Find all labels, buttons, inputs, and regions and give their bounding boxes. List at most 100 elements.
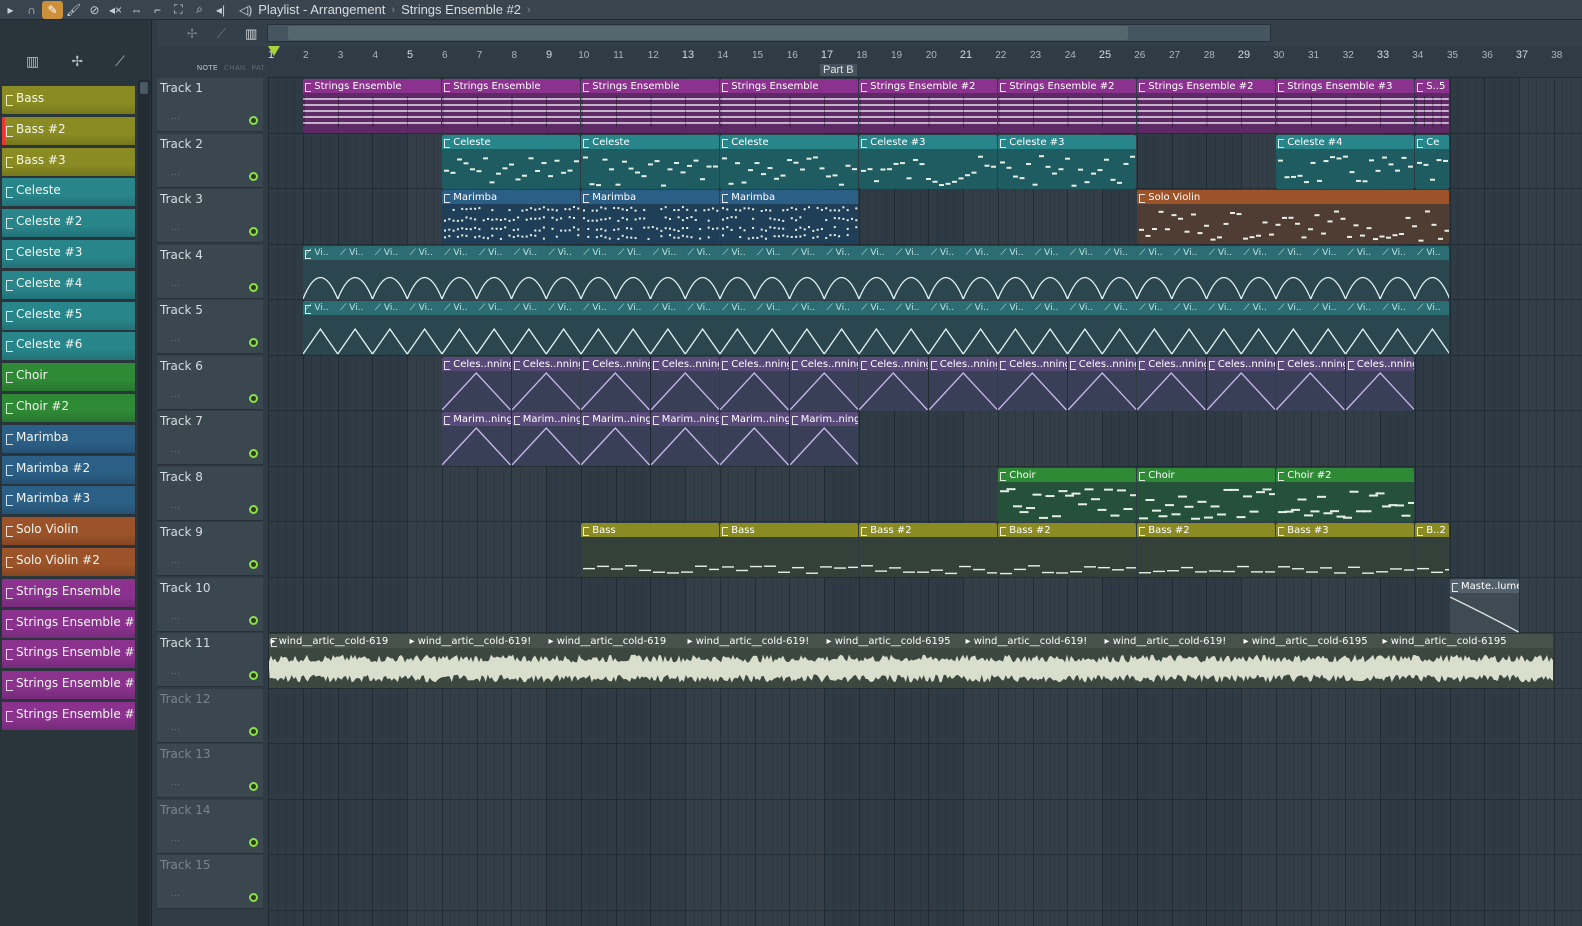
select-icon[interactable]: ⛶ [168, 0, 189, 20]
current-pattern-selector[interactable]: Strings Ensemble #2 [401, 2, 521, 17]
track-grip-icon[interactable]: ... [171, 556, 181, 565]
time-marker[interactable]: Part B [820, 64, 857, 76]
pattern-clip[interactable]: Celes..nning [650, 356, 720, 411]
paint-brush-icon[interactable]: 🖌 [63, 0, 84, 20]
pattern-item[interactable]: Strings Ensemble [2, 579, 135, 607]
slip-icon[interactable]: ⇔ [126, 0, 147, 20]
pattern-clip[interactable]: ▸ wind__artic__cold-619 ▸ wind__artic__co… [268, 634, 1554, 688]
pattern-clip[interactable]: Celes..nning [928, 356, 998, 411]
pattern-clip[interactable]: Celes..nning [1206, 356, 1276, 411]
pattern-item[interactable]: Bass #3 [2, 148, 135, 176]
pattern-clip[interactable]: Strings Ensemble #2 [998, 79, 1137, 133]
pattern-clip[interactable]: Strings Ensemble [720, 79, 859, 133]
track-header[interactable]: Track 6... [157, 355, 263, 410]
pattern-clip[interactable]: Celes..nning [1137, 356, 1206, 411]
track-mute-led-icon[interactable] [249, 726, 258, 736]
pattern-item[interactable]: Choir #2 [2, 394, 135, 422]
pattern-clip[interactable]: Strings Ensemble [442, 79, 581, 133]
pattern-clip[interactable]: Marim..ning [720, 412, 789, 466]
track-grip-icon[interactable]: ... [171, 612, 181, 621]
track-header[interactable]: Track 8... [157, 466, 263, 521]
pattern-clip[interactable]: Strings Ensemble [581, 79, 720, 133]
track-grip-icon[interactable]: ... [171, 168, 181, 177]
magnet-icon[interactable]: ∩ [21, 0, 42, 20]
track-header[interactable]: Track 5... [157, 300, 263, 354]
tab-pat[interactable]: PAT [251, 65, 265, 72]
pattern-clip[interactable]: Bass #2 [1137, 523, 1276, 577]
pattern-clip[interactable]: Choir #2 [1276, 467, 1415, 522]
pattern-clip[interactable]: Celes..nning [720, 356, 789, 411]
track-mute-led-icon[interactable] [249, 227, 258, 236]
pattern-item[interactable]: Marimba #3 [2, 486, 135, 515]
track-header[interactable]: Track 3... [157, 189, 263, 243]
pattern-item[interactable]: Celeste #3 [2, 240, 135, 268]
track-grip-icon[interactable]: ... [171, 334, 181, 343]
track-grip-icon[interactable]: ... [171, 501, 181, 510]
track-mute-led-icon[interactable] [249, 282, 258, 292]
track-mute-led-icon[interactable] [249, 116, 258, 125]
playlist-grid[interactable]: Strings Ensemble Strings Ensemble Strings … [268, 77, 1582, 926]
automation-clip-icon[interactable]: ⟋ [115, 53, 125, 70]
pattern-clip[interactable]: Bass #2 [859, 523, 998, 577]
pattern-item[interactable]: Marimba [2, 425, 135, 453]
track-mute-led-icon[interactable] [249, 671, 258, 680]
playback-icon[interactable]: ◂| [210, 0, 231, 20]
pencil-icon[interactable]: ✎ [42, 0, 63, 19]
track-mute-led-icon[interactable] [249, 171, 258, 181]
pattern-item[interactable]: Celeste #6 [2, 332, 135, 361]
track-header[interactable]: Track 7... [157, 411, 263, 465]
pattern-clip[interactable]: Celes..nning [581, 356, 650, 411]
tab-note[interactable]: NOTE [197, 65, 218, 72]
pattern-clip[interactable]: Choir [998, 467, 1137, 522]
pattern-clip[interactable]: Marimba [581, 190, 720, 244]
track-grip-icon[interactable]: ... [171, 223, 181, 232]
pattern-clip[interactable]: ⟋ Vi.. ⟋ Vi.. ⟋ Vi.. ⟋ Vi.. ⟋ Vi.. ⟋ Vi.. ⟋ Vi… [303, 245, 1449, 300]
pattern-clip[interactable]: Strings Ensemble #3 [1276, 79, 1415, 133]
pattern-clip[interactable]: Strings Ensemble [303, 79, 442, 133]
pattern-clip[interactable]: Celes..nning [1276, 356, 1345, 411]
pattern-clip[interactable]: Bass [720, 523, 859, 577]
track-header[interactable]: Track 1... [157, 78, 263, 132]
pattern-clip[interactable]: Marimba [720, 190, 859, 244]
track-header[interactable]: Track 13... [157, 744, 263, 798]
audio-clip-icon[interactable]: ✢ [71, 53, 83, 70]
track-mute-led-icon[interactable] [249, 782, 258, 791]
tab-chan[interactable]: CHAN [224, 65, 245, 72]
pattern-item[interactable]: Bass #2 [2, 117, 135, 145]
pattern-clip[interactable]: Choir [1137, 467, 1276, 522]
pattern-clip[interactable]: Bass #3 [1276, 523, 1415, 577]
scrollbar-thumb[interactable] [140, 82, 148, 94]
track-mute-led-icon[interactable] [249, 393, 258, 403]
breadcrumb-arrow-icon[interactable]: › [527, 4, 531, 16]
track-mute-led-icon[interactable] [249, 449, 258, 458]
pattern-item[interactable]: Celeste #2 [2, 209, 135, 238]
track-header[interactable]: Track 12... [157, 688, 263, 743]
link-icon[interactable]: ⟋ [217, 26, 226, 42]
pattern-clip[interactable]: Celeste #3 [998, 134, 1137, 189]
play-arrow-icon[interactable]: ▸ [0, 0, 21, 20]
pattern-clip[interactable]: Marim..ning [581, 412, 650, 466]
pattern-clip[interactable]: Marim..ning [511, 412, 581, 466]
snap-icon[interactable]: ✢ [187, 26, 198, 42]
pattern-clip[interactable]: Celes..nning [511, 356, 581, 411]
pattern-clip[interactable]: Ce [1415, 134, 1449, 189]
pattern-clip[interactable]: Celeste [442, 134, 581, 189]
song-position-marker-icon[interactable] [268, 46, 280, 56]
pattern-item[interactable]: Strings Ensemble #2 [2, 610, 135, 638]
track-mute-led-icon[interactable] [249, 615, 258, 625]
pattern-clip[interactable]: Celes..nning [998, 356, 1067, 411]
pattern-item[interactable]: Celeste #5 [2, 302, 135, 330]
pattern-clip[interactable]: Celeste #4 [1276, 134, 1415, 189]
pattern-clip[interactable]: S..5 [1415, 79, 1449, 133]
track-grip-icon[interactable]: ... [171, 834, 181, 843]
track-grip-icon[interactable]: ... [171, 889, 181, 898]
pattern-clip[interactable]: Maste..lume [1450, 578, 1519, 633]
pattern-clip[interactable]: Strings Ensemble #2 [859, 79, 998, 133]
pattern-clip[interactable]: Marim..ning [650, 412, 720, 466]
pattern-clip[interactable]: Bass #2 [998, 523, 1137, 577]
pattern-item[interactable]: Celeste [2, 178, 135, 207]
pattern-clip[interactable]: Celes..nning [1067, 356, 1137, 411]
pattern-clip[interactable]: Marim..ning [442, 412, 511, 466]
track-grip-icon[interactable]: ... [171, 390, 181, 399]
pattern-clip[interactable]: Celes..nning [1345, 356, 1415, 411]
